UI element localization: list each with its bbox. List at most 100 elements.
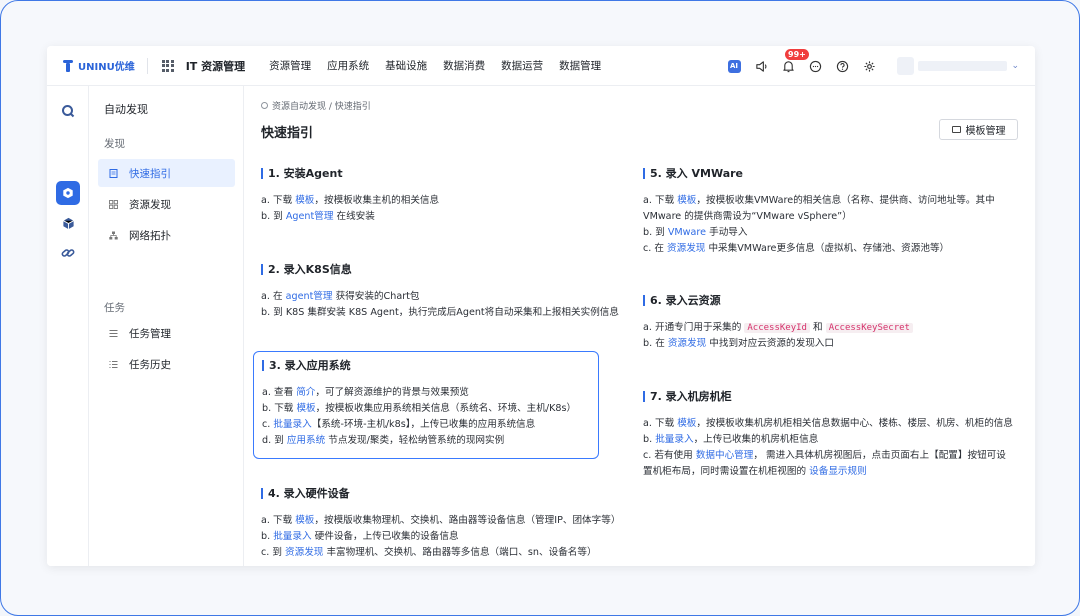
- section-title: 6. 录入云资源: [643, 293, 1013, 307]
- sidebar-item-label: 网络拓扑: [129, 229, 171, 242]
- guide-step: c. 在 资源发现 中采集VMWare更多信息（虚拟机、存储池、资源池等）: [643, 243, 950, 254]
- radar-icon: [63, 187, 73, 199]
- logo-mark-icon: [61, 59, 75, 72]
- agent-management-link[interactable]: agent管理: [286, 291, 333, 302]
- notification-button[interactable]: 99+: [781, 49, 809, 73]
- guide-step: c. 批量录入【系统-环境-主机/k8s】，上传已收集的应用系统信息: [262, 419, 536, 430]
- gear-icon: [863, 60, 875, 72]
- guide-step: b. 在 资源发现 中找到对应云资源的发现入口: [643, 338, 834, 349]
- guide-step: a. 开通专门用于采集的 AccessKeyId 和 AccessKeySecr…: [643, 320, 1013, 336]
- search-icon: [62, 105, 75, 118]
- guide-section-cloud: 6. 录入云资源 a. 开通专门用于采集的 AccessKeyId 和 Acce…: [643, 293, 1013, 352]
- messages-button[interactable]: [808, 59, 822, 73]
- header-actions: AI 99+ ⌄: [727, 46, 1035, 86]
- guide-step: a. 下载 模板，按模板收集机房机柜相关信息数据中心、楼栋、楼层、机房、机柜的信…: [643, 418, 1013, 429]
- page-title: 快速指引: [261, 126, 314, 141]
- guide-step: b. 到 Agent管理 在线安装: [261, 211, 375, 222]
- guide-step: c. 若有使用 数据中心管理， 需进入具体机房视图后，点击页面右上【配置】按钮可…: [643, 450, 1006, 477]
- section-title: 2. 录入K8S信息: [261, 262, 641, 276]
- download-template-link[interactable]: 模板: [296, 403, 315, 414]
- rail-resource-button[interactable]: [56, 211, 80, 235]
- vmware-link[interactable]: VMware: [668, 227, 706, 238]
- link-icon: [61, 249, 75, 257]
- user-menu[interactable]: ⌄: [897, 57, 1019, 75]
- sidebar-item-task-history[interactable]: 任务历史: [98, 350, 235, 378]
- guide-step: a. 下载 模板，按模板收集VMWare的相关信息（名称、提供商、访问地址等。其…: [643, 195, 995, 222]
- guide-section-datacenter: 7. 录入机房机柜 a. 下载 模板，按模板收集机房机柜相关信息数据中心、楼栋、…: [643, 389, 1015, 480]
- guide-step: b. 批量录入 硬件设备，上传已收集的设备信息: [261, 531, 459, 542]
- guide-step: c. 到 资源发现 丰富物理机、交换机、路由器等多信息（端口、sn、设备名等）: [261, 547, 597, 558]
- nav-item-data-mgmt[interactable]: 数据管理: [559, 58, 601, 73]
- help-icon: [836, 60, 848, 72]
- app-window: UNINU优维 IT 资源管理 资源管理 应用系统 基础设施 数据消费 数据运营…: [47, 46, 1035, 566]
- resource-discovery-link[interactable]: 资源发现: [667, 243, 705, 254]
- app-launcher-icon[interactable]: [161, 59, 174, 72]
- section-title: 4. 录入硬件设备: [261, 486, 641, 500]
- sidebar-item-label: 快速指引: [129, 167, 171, 180]
- ai-icon: AI: [727, 59, 741, 73]
- breadcrumb-home-icon: [261, 102, 268, 109]
- guide-step: b. 批量录入，上传已收集的机房机柜信息: [643, 434, 819, 445]
- sidebar-item-network-topology[interactable]: 网络拓扑: [98, 221, 235, 249]
- resource-discovery-link[interactable]: 资源发现: [285, 547, 323, 558]
- guide-step: b. 到 K8S 集群安装 K8S Agent，执行完成后Agent将自动采集和…: [261, 307, 619, 318]
- download-template-link[interactable]: 模板: [677, 418, 696, 429]
- guide-step: b. 下载 模板，按模板收集应用系统相关信息（系统名、环境、主机/K8s）: [262, 403, 577, 414]
- help-button[interactable]: [835, 59, 849, 73]
- nav-item-data-consumption[interactable]: 数据消费: [443, 58, 485, 73]
- nav-item-resource-mgmt[interactable]: 资源管理: [269, 58, 311, 73]
- guide-step: a. 下载 模板，按模版收集物理机、交换机、路由器等设备信息（管理IP、团体字等…: [261, 515, 621, 526]
- batch-import-link[interactable]: 批量录入: [273, 531, 311, 542]
- nav-item-app-system[interactable]: 应用系统: [327, 58, 369, 73]
- datacenter-management-link[interactable]: 数据中心管理: [696, 450, 754, 461]
- grid-icon: [109, 199, 118, 209]
- template-management-button[interactable]: 模板管理: [939, 119, 1018, 140]
- guide-step: d. 到 应用系统 节点发现/聚类，轻松纳管系统的现网实例: [262, 435, 505, 446]
- section-title: 7. 录入机房机柜: [643, 389, 1015, 403]
- header-divider: [146, 57, 148, 74]
- sidebar-item-task-management[interactable]: 任务管理: [98, 319, 235, 347]
- breadcrumb-text[interactable]: 资源自动发现 / 快速指引: [272, 99, 371, 112]
- sidebar-item-resource-discovery[interactable]: 资源发现: [98, 190, 235, 218]
- batch-import-link[interactable]: 批量录入: [273, 419, 311, 430]
- document-icon: [109, 168, 118, 178]
- announcement-button[interactable]: [754, 59, 768, 73]
- top-nav: 资源管理 应用系统 基础设施 数据消费 数据运营 数据管理: [269, 58, 617, 73]
- app-title: IT 资源管理: [185, 59, 246, 73]
- agent-management-link[interactable]: Agent管理: [286, 211, 334, 222]
- template-management-label: 模板管理: [965, 126, 1006, 137]
- download-template-link[interactable]: 模板: [677, 195, 696, 206]
- download-template-link[interactable]: 模板: [295, 515, 314, 526]
- brand-logo[interactable]: UNINU优维: [61, 58, 135, 73]
- app-system-link[interactable]: 应用系统: [287, 435, 325, 446]
- rail-link-button[interactable]: [56, 241, 80, 265]
- rail-discovery-button[interactable]: [56, 181, 80, 205]
- main-content: 资源自动发现 / 快速指引 快速指引 模板管理 1. 安装Agent a. 下载…: [244, 86, 1035, 566]
- chevron-down-icon: ⌄: [1011, 61, 1019, 71]
- sidebar-item-label: 任务管理: [129, 327, 171, 340]
- topology-icon: [109, 231, 118, 240]
- sidebar-group-tasks: 任务: [104, 302, 125, 314]
- cube-icon: [62, 217, 74, 229]
- ai-assistant-button[interactable]: AI: [727, 59, 741, 73]
- rail-search-button[interactable]: [56, 99, 80, 123]
- section-title: 5. 录入 VMWare: [643, 166, 1013, 180]
- top-header: UNINU优维 IT 资源管理 资源管理 应用系统 基础设施 数据消费 数据运营…: [47, 46, 1035, 86]
- sidebar-item-label: 任务历史: [129, 358, 171, 371]
- resource-discovery-link[interactable]: 资源发现: [668, 338, 706, 349]
- sidebar-item-label: 资源发现: [129, 198, 171, 211]
- intro-link[interactable]: 简介: [296, 387, 315, 398]
- bell-icon: [782, 60, 794, 72]
- batch-import-link[interactable]: 批量录入: [655, 434, 693, 445]
- device-display-rules-link[interactable]: 设备显示规则: [809, 466, 867, 477]
- icon-rail: [47, 86, 89, 566]
- chat-icon: [809, 60, 821, 72]
- settings-button[interactable]: [862, 59, 876, 73]
- download-template-link[interactable]: 模板: [295, 195, 314, 206]
- nav-item-data-operation[interactable]: 数据运营: [501, 58, 543, 73]
- section-title: 1. 安装Agent: [261, 166, 607, 180]
- nav-item-infrastructure[interactable]: 基础设施: [385, 58, 427, 73]
- access-key-secret-code: AccessKeySecret: [825, 323, 913, 333]
- sidebar-item-quick-guide[interactable]: 快速指引: [98, 159, 235, 187]
- sidebar: 自动发现 发现 快速指引 资源发现 网络拓扑 任务 任务管理 任务历史: [89, 86, 244, 566]
